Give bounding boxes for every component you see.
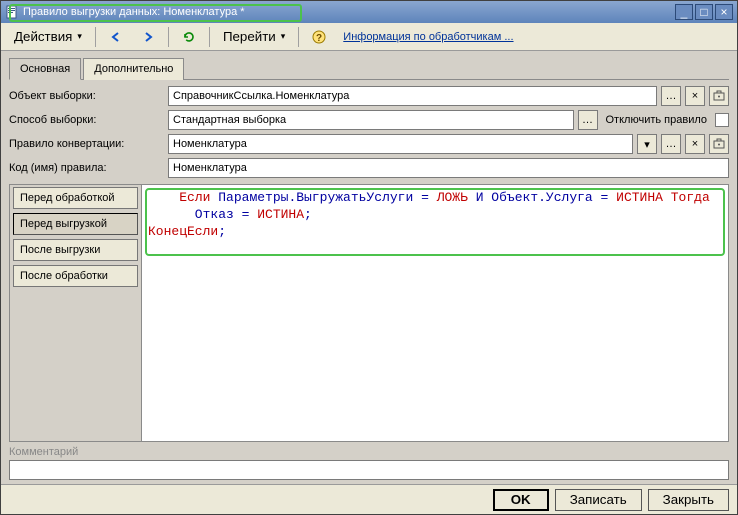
goto-menu[interactable]: Перейти▾ xyxy=(216,26,292,48)
select-mode-input[interactable] xyxy=(168,110,574,130)
separator xyxy=(168,27,169,47)
footer: OK Записать Закрыть xyxy=(1,484,737,514)
maximize-button[interactable]: □ xyxy=(695,4,713,20)
comment-section: Комментарий xyxy=(9,446,729,480)
select-obj-open-button[interactable] xyxy=(709,86,729,106)
tab-more[interactable]: Дополнительно xyxy=(83,58,184,80)
close-window-button[interactable]: Закрыть xyxy=(648,489,729,511)
before-processing-button[interactable]: Перед обработкой xyxy=(13,187,138,209)
close-button[interactable]: × xyxy=(715,4,733,20)
svg-text:?: ? xyxy=(316,33,322,44)
forward-button[interactable] xyxy=(134,26,162,48)
tab-bar: Основная Дополнительно xyxy=(9,57,729,80)
window-title: Правило выгрузки данных: Номенклатура * xyxy=(23,6,675,18)
handlers-info-link[interactable]: Информация по обработчикам ... xyxy=(343,31,513,43)
conv-rule-label: Правило конвертации: xyxy=(9,138,164,150)
ok-button[interactable]: OK xyxy=(493,489,549,511)
code-name-label: Код (имя) правила: xyxy=(9,162,164,174)
conv-rule-open-button[interactable] xyxy=(709,134,729,154)
window-controls: _ □ × xyxy=(675,4,733,20)
back-button[interactable] xyxy=(102,26,130,48)
after-processing-button[interactable]: После обработки xyxy=(13,265,138,287)
app-window: Правило выгрузки данных: Номенклатура * … xyxy=(0,0,738,515)
refresh-button[interactable] xyxy=(175,26,203,48)
select-obj-choose-button[interactable]: … xyxy=(661,86,681,106)
conv-rule-input[interactable] xyxy=(168,134,633,154)
save-button[interactable]: Записать xyxy=(555,489,642,511)
after-unload-button[interactable]: После выгрузки xyxy=(13,239,138,261)
minimize-button[interactable]: _ xyxy=(675,4,693,20)
code-name-input[interactable] xyxy=(168,158,729,178)
select-obj-input[interactable] xyxy=(168,86,657,106)
conv-rule-dropdown-button[interactable]: ▾ xyxy=(637,134,657,154)
comment-input[interactable] xyxy=(9,460,729,480)
handlers-sidebar: Перед обработкой Перед выгрузкой После в… xyxy=(10,185,142,441)
separator xyxy=(298,27,299,47)
code-editor[interactable]: Если Параметры.ВыгружатьУслуги = ЛОЖЬ И … xyxy=(142,185,728,441)
disable-rule-label: Отключить правило xyxy=(606,114,708,126)
select-obj-clear-button[interactable]: × xyxy=(685,86,705,106)
body: Основная Дополнительно Объект выборки: …… xyxy=(1,51,737,484)
help-button[interactable]: ? xyxy=(305,26,333,48)
titlebar: Правило выгрузки данных: Номенклатура * … xyxy=(1,1,737,23)
comment-label: Комментарий xyxy=(9,446,729,458)
toolbar: Действия▾ Перейти▾ ? Информация по обраб… xyxy=(1,23,737,51)
conv-rule-clear-button[interactable]: × xyxy=(685,134,705,154)
disable-rule-checkbox[interactable] xyxy=(715,113,729,127)
select-mode-choose-button[interactable]: … xyxy=(578,110,598,130)
separator xyxy=(209,27,210,47)
conv-rule-choose-button[interactable]: … xyxy=(661,134,681,154)
before-unload-button[interactable]: Перед выгрузкой xyxy=(13,213,138,235)
tab-main[interactable]: Основная xyxy=(9,58,81,80)
form-area: Объект выборки: … × Способ выборки: … От… xyxy=(9,86,729,178)
select-obj-label: Объект выборки: xyxy=(9,90,164,102)
separator xyxy=(95,27,96,47)
document-icon xyxy=(5,5,19,19)
select-mode-label: Способ выборки: xyxy=(9,114,164,126)
actions-menu[interactable]: Действия▾ xyxy=(7,26,89,48)
main-area: Перед обработкой Перед выгрузкой После в… xyxy=(9,184,729,442)
